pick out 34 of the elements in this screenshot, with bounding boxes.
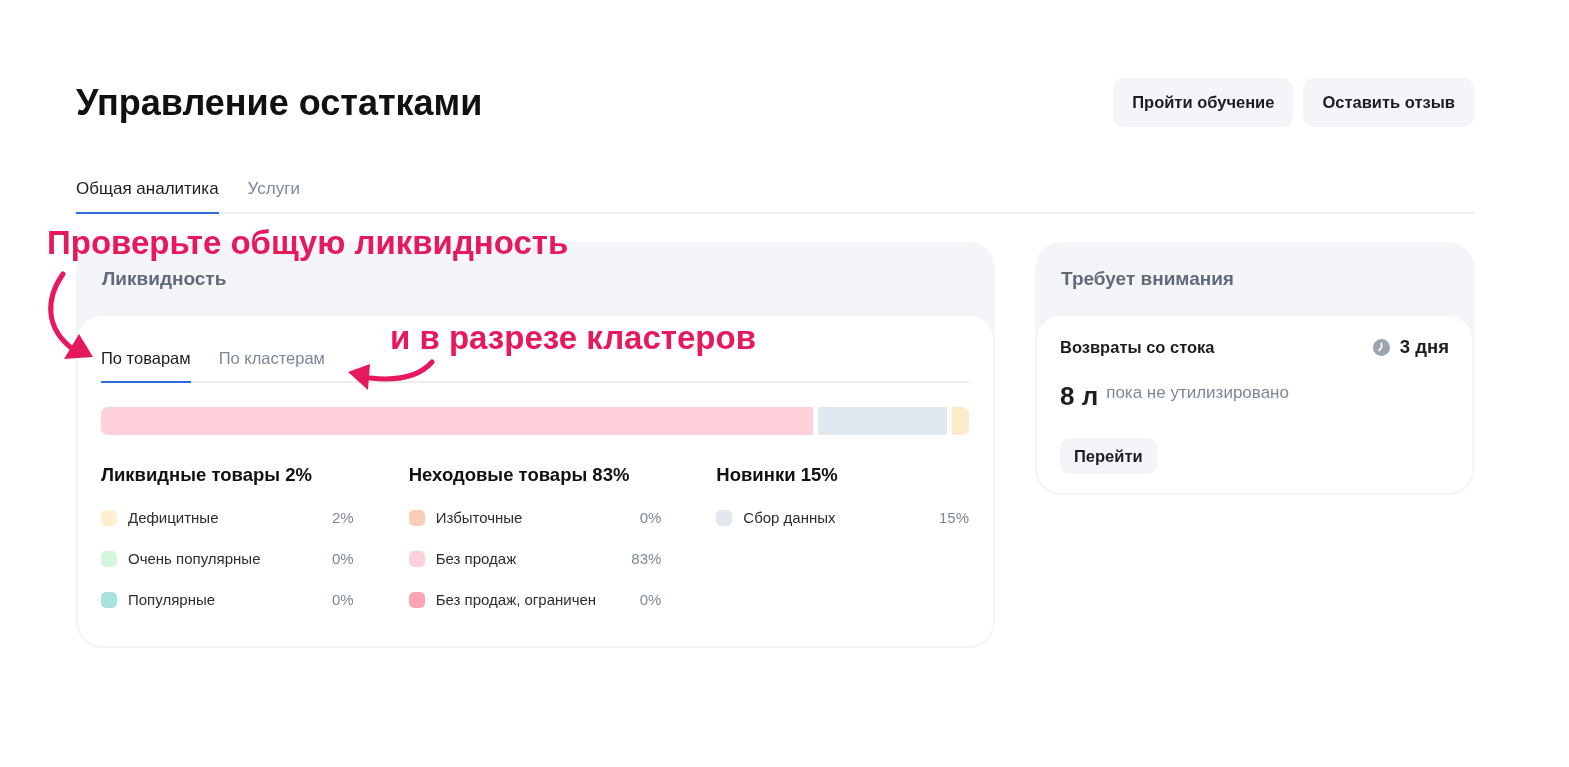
clock-icon [1372, 338, 1390, 356]
category-label: Без продаж [435, 548, 517, 569]
category-value: 83% [631, 548, 662, 569]
panel-title: Требует внимания [1061, 266, 1234, 291]
category-value: 15% [938, 507, 969, 528]
group-title: Новинки 15% [716, 463, 839, 487]
category-value: 0% [331, 589, 354, 610]
category-label: Очень популярные [128, 548, 261, 569]
group-title: Неходовые товары 83% [408, 463, 631, 487]
category-label: Дефицитные [128, 507, 219, 528]
annotation-text: Проверьте общую ликвидность [47, 225, 569, 261]
category-value: 0% [639, 507, 662, 528]
category-value: 0% [331, 548, 354, 569]
header-button[interactable]: Оставить отзыв [1303, 78, 1474, 127]
category-value: 2% [331, 507, 354, 528]
go-button[interactable]: Перейти [1060, 438, 1157, 474]
annotation-text: и в разрезе кластеров [390, 320, 756, 356]
category-value: 0% [639, 589, 662, 610]
tab[interactable]: Общая аналитика [76, 178, 219, 214]
amount-value: 8 л [1060, 381, 1099, 411]
tab[interactable]: По товарам [101, 347, 191, 383]
deadline-text: 3 дня [1399, 336, 1449, 358]
header-button[interactable]: Пройти обучение [1113, 78, 1294, 127]
category-label: Популярные [128, 589, 216, 610]
category-label: Сбор данных [743, 507, 836, 528]
category-label: Без продаж, ограничен [435, 589, 597, 610]
group-title: Ликвидные товары 2% [101, 463, 313, 487]
amount-note: пока не утилизировано [1106, 382, 1289, 405]
task-title: Возвраты со стока [1060, 337, 1215, 358]
panel-title: Ликвидность [102, 266, 227, 291]
tab[interactable]: Услуги [247, 178, 300, 214]
tab[interactable]: По кластерам [218, 347, 325, 383]
category-label: Избыточные [435, 507, 523, 528]
page-title: Управление остатками [76, 80, 483, 125]
